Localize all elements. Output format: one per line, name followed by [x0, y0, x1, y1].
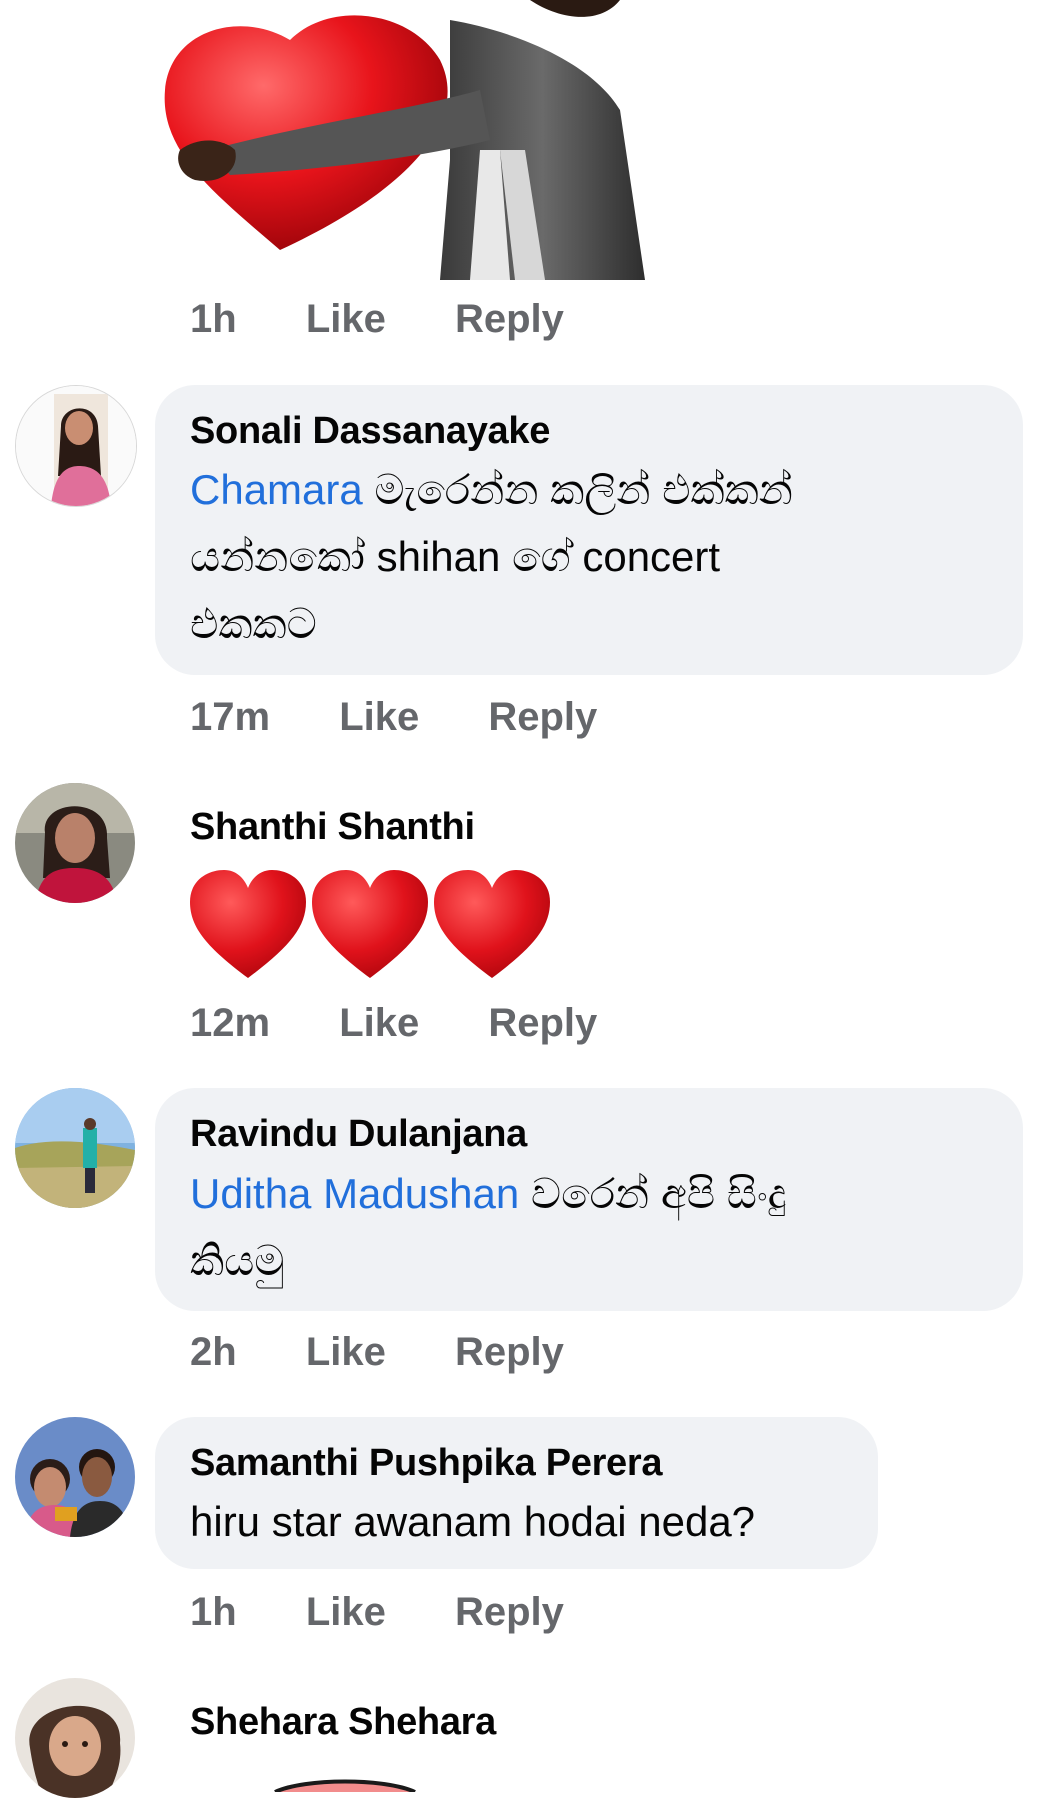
mention-link[interactable]: Uditha Madushan	[190, 1170, 519, 1217]
comment-author[interactable]: Samanthi Pushpika Perera	[190, 1442, 663, 1485]
avatar[interactable]	[15, 1678, 135, 1798]
comment-text-line: hiru star awanam hodai neda?	[190, 1498, 756, 1545]
avatar[interactable]	[15, 385, 137, 507]
reply-button[interactable]: Reply	[455, 1590, 564, 1635]
heart-hug-sticker	[150, 0, 670, 280]
like-button[interactable]: Like	[306, 1590, 386, 1635]
avatar[interactable]	[15, 1417, 135, 1537]
comment-time: 12m	[190, 1001, 271, 1045]
sticker-top-edge	[265, 1776, 425, 1816]
comment-text: මැරෙන්න කලින් එක්කන්	[362, 466, 793, 513]
comment-text-line: Chamara මැරෙන්න කලින් එක්කන්	[190, 456, 793, 523]
comment-time: 1h	[190, 1590, 237, 1634]
comment-author[interactable]: Sonali Dassanayake	[190, 410, 550, 453]
avatar[interactable]	[15, 783, 135, 903]
comment-time: 1h	[190, 297, 237, 341]
like-button[interactable]: Like	[306, 297, 386, 342]
heart-icon	[190, 870, 550, 978]
comment-text-line: යන්නකෝ shihan ගේ concert	[190, 533, 721, 580]
comment-time: 2h	[190, 1330, 237, 1374]
comment-text-line: Uditha Madushan වරෙන් අපි සිංදු	[190, 1160, 786, 1227]
comment-actions: 2h Like Reply	[190, 1330, 564, 1375]
comment-time: 17m	[190, 695, 271, 739]
heart-emoji-reaction	[188, 868, 558, 1014]
reply-button[interactable]: Reply	[455, 1330, 564, 1375]
comment-text: වරෙන් අපි සිංදු	[519, 1170, 787, 1217]
comment-actions: 1h Like Reply	[190, 1590, 564, 1635]
like-button[interactable]: Like	[339, 695, 419, 740]
comment-text-line: එකකට	[190, 600, 317, 647]
reply-button[interactable]: Reply	[488, 1001, 597, 1046]
comment-author[interactable]: Shehara Shehara	[190, 1701, 496, 1744]
like-button[interactable]: Like	[306, 1330, 386, 1375]
reply-button[interactable]: Reply	[455, 297, 564, 342]
comment-author[interactable]: Ravindu Dulanjana	[190, 1113, 527, 1156]
comment-actions: 12m Like Reply	[190, 1001, 597, 1046]
mention-link[interactable]: Chamara	[190, 466, 363, 513]
sticker-comment-actions: 1h Like Reply	[190, 297, 564, 342]
comment-text-line: කියමු	[190, 1237, 285, 1284]
comment-actions: 17m Like Reply	[190, 695, 597, 740]
avatar[interactable]	[15, 1088, 135, 1208]
comment-author[interactable]: Shanthi Shanthi	[190, 806, 475, 849]
like-button[interactable]: Like	[339, 1001, 419, 1046]
reply-button[interactable]: Reply	[488, 695, 597, 740]
